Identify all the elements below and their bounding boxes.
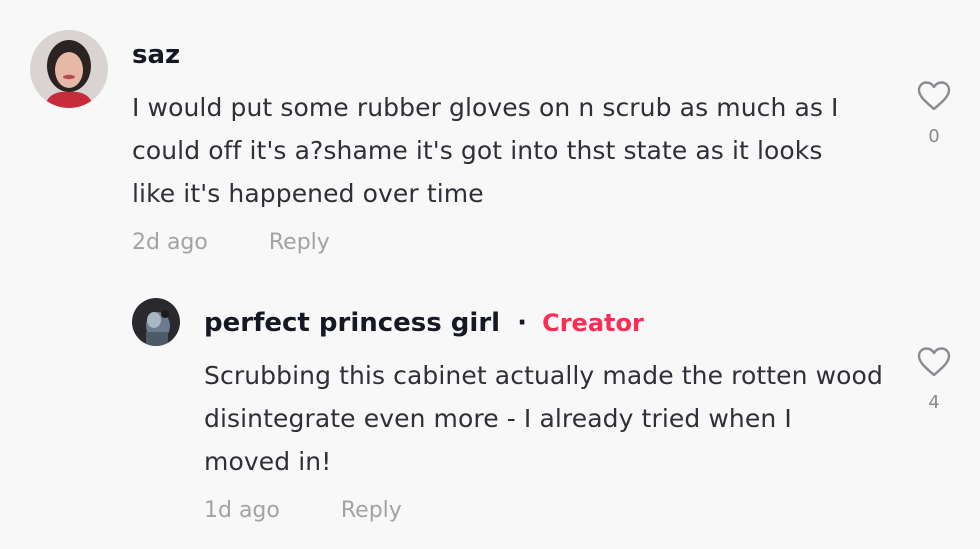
heart-outline-icon: [917, 347, 951, 377]
comment-meta: 2d ago Reply: [132, 230, 330, 255]
comment-username[interactable]: saz: [132, 40, 180, 70]
comment-text: I would put some rubber gloves on n scru…: [132, 93, 839, 208]
like-count: 0: [928, 126, 940, 147]
comment-item: saz I would put some rubber gloves on n …: [30, 30, 960, 270]
comment-username-row: perfect princess girl · Creator: [204, 308, 644, 338]
comment-meta: 1d ago Reply: [204, 498, 402, 523]
reply-button[interactable]: Reply: [341, 498, 402, 523]
avatar[interactable]: [132, 298, 180, 346]
like-button[interactable]: 4: [914, 346, 954, 413]
heart-outline-icon: [917, 81, 951, 111]
separator-dot: ·: [517, 308, 528, 338]
like-button[interactable]: 0: [914, 80, 954, 147]
avatar-image: [30, 30, 108, 108]
comment-text: Scrubbing this cabinet actually made the…: [204, 361, 883, 476]
reply-button[interactable]: Reply: [269, 230, 330, 255]
comment-timestamp: 2d ago: [132, 230, 208, 255]
avatar-image: [132, 298, 180, 346]
creator-badge: Creator: [542, 309, 644, 337]
avatar[interactable]: [30, 30, 108, 108]
reply-comment-item: perfect princess girl · Creator Scrubbin…: [132, 298, 960, 538]
comment-username[interactable]: perfect princess girl: [204, 308, 500, 338]
like-count: 4: [928, 392, 940, 413]
comment-timestamp: 1d ago: [204, 498, 280, 523]
